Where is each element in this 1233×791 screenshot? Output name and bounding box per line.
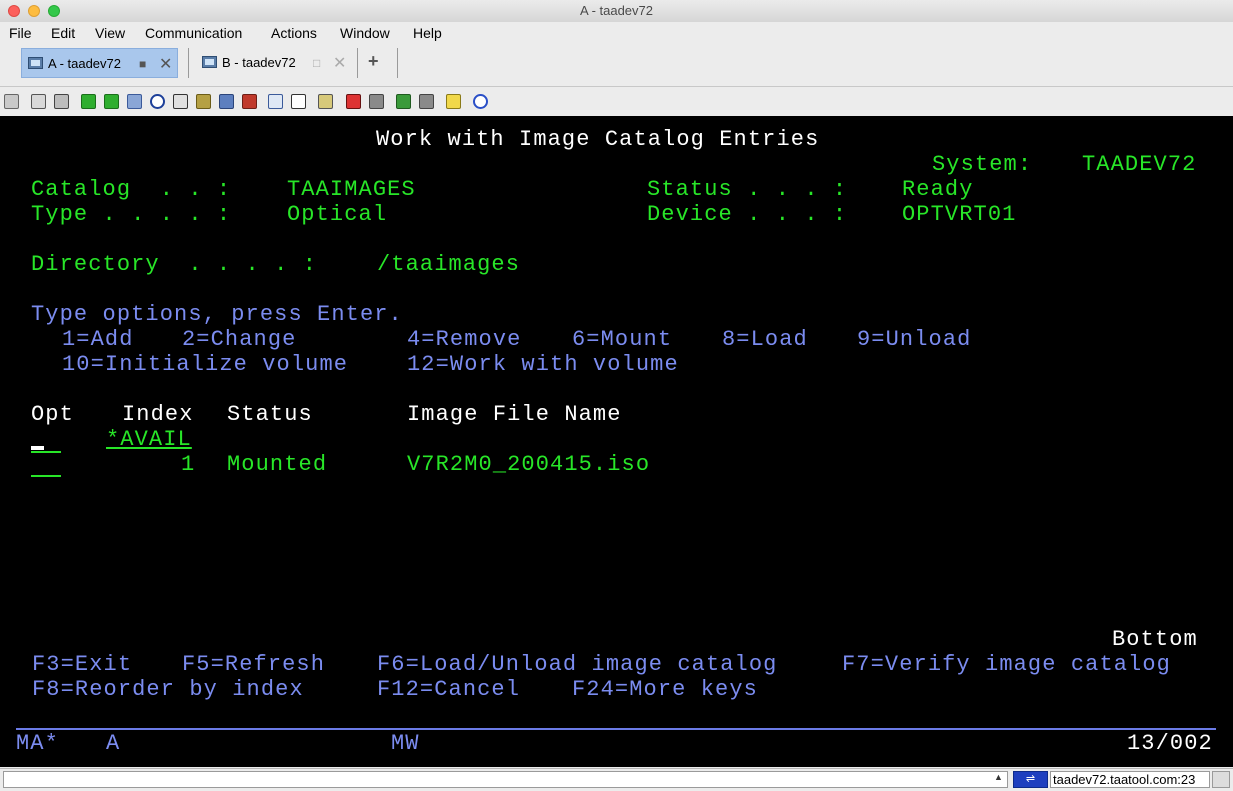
status-bar: ▲ ⇌ taadev72.taatool.com:23 xyxy=(0,768,1233,791)
log-icon[interactable] xyxy=(419,94,434,109)
close-tab-icon[interactable]: ✕ xyxy=(333,53,346,73)
send-file-icon[interactable] xyxy=(81,94,96,109)
menu-help[interactable]: Help xyxy=(413,25,442,41)
menu-bar: File Edit View Communication Actions Win… xyxy=(0,22,1233,44)
paste-icon[interactable] xyxy=(31,94,46,109)
menu-communication[interactable]: Communication xyxy=(145,25,242,41)
connection-icon: ⇌ xyxy=(1013,771,1048,788)
system-label: System: xyxy=(932,152,1033,177)
row-file: V7R2M0_200415.iso xyxy=(407,452,651,477)
monitor-icon xyxy=(202,56,217,68)
col-header-status: Status xyxy=(227,402,313,427)
monitor-icon xyxy=(28,57,43,69)
col-header-opt: Opt xyxy=(31,402,74,427)
macro-icon[interactable] xyxy=(173,94,188,109)
tab-label: B - taadev72 xyxy=(222,55,296,70)
stop-icon[interactable] xyxy=(369,94,384,109)
row-index: 1 xyxy=(181,452,196,477)
keypad-icon[interactable] xyxy=(196,94,211,109)
more-indicator: Bottom xyxy=(1112,627,1198,652)
status-label: Status . . . : xyxy=(647,177,848,202)
print-icon[interactable] xyxy=(127,94,142,109)
oia-mode: MW xyxy=(391,731,420,756)
option-change: 2=Change xyxy=(182,327,297,352)
clipboard-icon[interactable] xyxy=(54,94,69,109)
status-message-field xyxy=(3,771,1008,788)
settings-icon[interactable] xyxy=(219,94,234,109)
fkey-f3[interactable]: F3=Exit xyxy=(32,652,132,677)
ssl-status-icon xyxy=(1212,771,1230,788)
fkey-f12[interactable]: F12=Cancel xyxy=(377,677,520,702)
directory-label: Directory . . . . : xyxy=(31,252,318,277)
fkey-f24[interactable]: F24=More keys xyxy=(572,677,758,702)
toolbar xyxy=(0,87,1233,115)
option-mount: 6=Mount xyxy=(572,327,673,352)
oia-session: MA* xyxy=(16,731,59,756)
catalog-value: TAAIMAGES xyxy=(287,177,416,202)
text-cursor xyxy=(31,446,44,450)
tab-session-b[interactable]: B - taadev72 □ ✕ xyxy=(196,48,348,78)
new-tab-button[interactable]: + xyxy=(368,51,379,72)
window-title: A - taadev72 xyxy=(580,3,653,18)
session-tab-bar: A - taadev72 ■ ✕ B - taadev72 □ ✕ + xyxy=(0,44,1233,87)
row-status: Mounted xyxy=(227,452,328,477)
transfer-icon[interactable] xyxy=(396,94,411,109)
terminal-screen[interactable]: Work with Image Catalog Entries System: … xyxy=(0,116,1233,767)
menu-edit[interactable]: Edit xyxy=(51,25,75,41)
directory-value: /taaimages xyxy=(377,252,521,277)
detach-tab-icon[interactable]: □ xyxy=(313,56,320,70)
copy-icon[interactable] xyxy=(4,94,19,109)
tab-separator xyxy=(397,48,398,78)
close-tab-icon[interactable]: ✕ xyxy=(159,54,172,74)
host-address: taadev72.taatool.com:23 xyxy=(1050,771,1210,788)
option-add: 1=Add xyxy=(62,327,134,352)
keyboard-map-icon[interactable] xyxy=(318,94,333,109)
fkey-f7[interactable]: F7=Verify image catalog xyxy=(842,652,1171,677)
fkey-f6[interactable]: F6=Load/Unload image catalog xyxy=(377,652,777,677)
tab-separator xyxy=(188,48,189,78)
receive-file-icon[interactable] xyxy=(104,94,119,109)
option-remove: 4=Remove xyxy=(407,327,522,352)
menu-window[interactable]: Window xyxy=(340,25,390,41)
oia-divider xyxy=(16,728,1216,730)
tab-session-a[interactable]: A - taadev72 ■ ✕ xyxy=(21,48,178,78)
col-header-file: Image File Name xyxy=(407,402,622,427)
fkey-f5[interactable]: F5=Refresh xyxy=(182,652,325,677)
notes-icon[interactable] xyxy=(446,94,461,109)
device-value: OPTVRT01 xyxy=(902,202,1017,227)
menu-view[interactable]: View xyxy=(95,25,125,41)
opt-input-row2[interactable] xyxy=(31,475,61,477)
fkey-f8[interactable]: F8=Reorder by index xyxy=(32,677,304,702)
device-label: Device . . . : xyxy=(647,202,848,227)
trace-icon[interactable] xyxy=(242,94,257,109)
status-value: Ready xyxy=(902,177,974,202)
scroll-up-icon[interactable]: ▲ xyxy=(994,772,1003,782)
catalog-label: Catalog . . : xyxy=(31,177,232,202)
tab-separator xyxy=(357,48,358,78)
option-load: 8=Load xyxy=(722,327,808,352)
tab-label: A - taadev72 xyxy=(48,56,121,71)
option-work-volume: 12=Work with volume xyxy=(407,352,679,377)
grid-icon[interactable] xyxy=(291,94,306,109)
navigate-icon[interactable] xyxy=(150,94,165,109)
option-unload: 9=Unload xyxy=(857,327,972,352)
oia-cursor-position: 13/002 xyxy=(1127,731,1213,756)
system-value: TAADEV72 xyxy=(1082,152,1197,177)
menu-actions[interactable]: Actions xyxy=(271,25,317,41)
instructions: Type options, press Enter. xyxy=(31,302,403,327)
help-icon[interactable] xyxy=(473,94,488,109)
oia-session-id: A xyxy=(106,731,121,756)
play-icon[interactable] xyxy=(346,94,361,109)
record-icon[interactable] xyxy=(268,94,283,109)
window-titlebar: A - taadev72 xyxy=(0,0,1233,23)
opt-input-row1[interactable] xyxy=(31,451,61,453)
type-value: Optical xyxy=(287,202,388,227)
option-initialize: 10=Initialize volume xyxy=(62,352,349,377)
type-label: Type . . . . : xyxy=(31,202,232,227)
detach-tab-icon[interactable]: ■ xyxy=(139,57,146,71)
col-header-index: Index xyxy=(122,402,194,427)
menu-file[interactable]: File xyxy=(9,25,32,41)
screen-title: Work with Image Catalog Entries xyxy=(376,127,820,152)
row-index: *AVAIL xyxy=(106,427,192,452)
